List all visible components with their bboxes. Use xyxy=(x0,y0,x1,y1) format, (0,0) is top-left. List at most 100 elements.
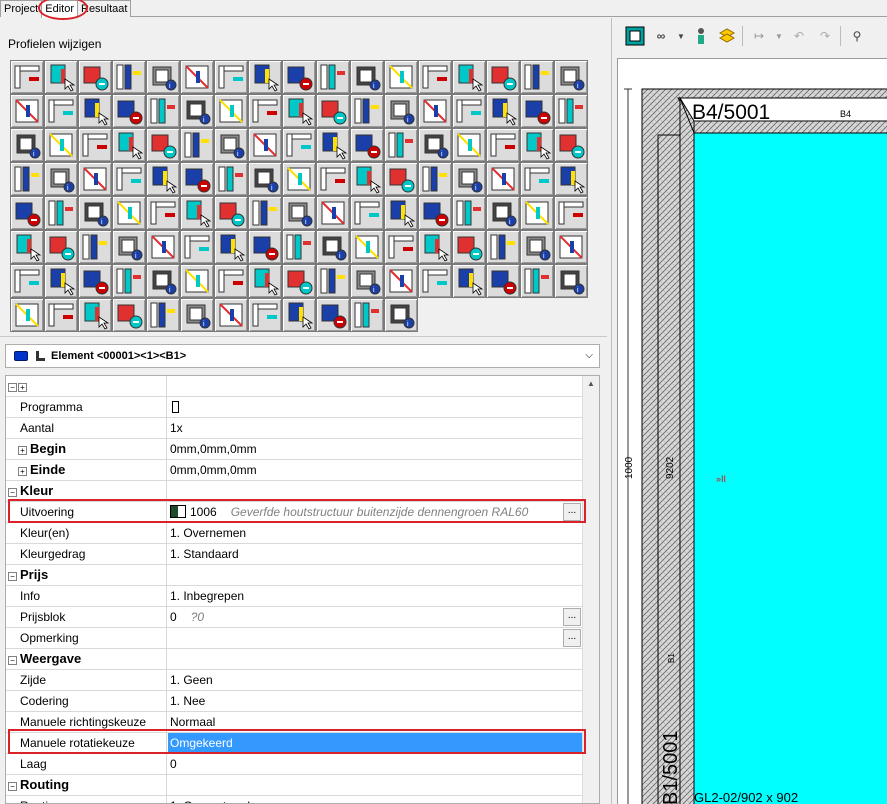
collapse-icon[interactable]: − xyxy=(8,572,17,581)
chevron-down-icon[interactable]: ⌵ xyxy=(585,350,593,361)
profile-tool-button-116[interactable] xyxy=(452,264,486,298)
property-row[interactable]: − Weergave xyxy=(6,649,582,670)
profile-tool-button-95[interactable]: i xyxy=(316,230,350,264)
collapse-icon[interactable]: − xyxy=(8,656,17,665)
property-value[interactable] xyxy=(168,565,582,586)
property-value[interactable]: 0 ?0... xyxy=(168,607,582,628)
profile-tool-button-6[interactable] xyxy=(180,60,214,94)
property-row[interactable]: + Einde 0mm,0mm,0mm xyxy=(6,460,582,481)
profile-tool-button-53[interactable]: i xyxy=(44,162,78,196)
glass-pane[interactable] xyxy=(693,132,887,804)
profile-tool-button-87[interactable] xyxy=(44,230,78,264)
profile-tool-button-115[interactable] xyxy=(418,264,452,298)
profile-tool-button-94[interactable] xyxy=(282,230,316,264)
profile-tool-button-54[interactable] xyxy=(78,162,112,196)
profile-tool-button-75[interactable] xyxy=(214,196,248,230)
ellipsis-button[interactable]: ... xyxy=(563,629,581,647)
property-value[interactable]: 0mm,0mm,0mm xyxy=(168,439,582,460)
profile-tool-button-129[interactable] xyxy=(316,298,350,332)
profile-tool-button-2[interactable] xyxy=(44,60,78,94)
profile-tool-button-24[interactable] xyxy=(214,94,248,128)
profile-tool-button-74[interactable] xyxy=(180,196,214,230)
profile-tool-button-105[interactable] xyxy=(78,264,112,298)
profile-tool-button-31[interactable] xyxy=(452,94,486,128)
profile-tool-button-63[interactable] xyxy=(384,162,418,196)
collapse-icon[interactable]: − xyxy=(8,782,17,791)
profile-tool-button-98[interactable] xyxy=(418,230,452,264)
profile-tool-button-17[interactable]: i xyxy=(554,60,588,94)
profile-tool-button-117[interactable] xyxy=(486,264,520,298)
profile-tool-button-127[interactable] xyxy=(248,298,282,332)
profile-tool-button-30[interactable] xyxy=(418,94,452,128)
property-grid[interactable]: − + Programma Aantal 1x + Begin 0mm,0mm,0mm + Ei… xyxy=(5,375,600,804)
property-row[interactable]: Programma xyxy=(6,397,582,418)
property-value[interactable] xyxy=(168,481,582,502)
property-value[interactable]: 1. Nee xyxy=(168,691,582,712)
frame-view-icon[interactable] xyxy=(624,25,646,47)
profile-tool-button-62[interactable] xyxy=(350,162,384,196)
tab-editor[interactable]: Editor xyxy=(41,0,78,18)
profile-tool-button-8[interactable] xyxy=(248,60,282,94)
profile-tool-button-84[interactable] xyxy=(520,196,554,230)
profile-tool-button-59[interactable]: i xyxy=(248,162,282,196)
profile-tool-button-45[interactable] xyxy=(350,128,384,162)
profile-tool-button-120[interactable] xyxy=(10,298,44,332)
element-selector[interactable]: Element <00001><1><B1> ⌵ xyxy=(5,344,600,368)
profile-tool-button-46[interactable] xyxy=(384,128,418,162)
profile-tool-button-78[interactable] xyxy=(316,196,350,230)
profile-tool-button-92[interactable] xyxy=(214,230,248,264)
profile-tool-button-32[interactable] xyxy=(486,94,520,128)
profile-tool-button-124[interactable] xyxy=(146,298,180,332)
property-row[interactable]: Prijsblok 0 ?0... xyxy=(6,607,582,628)
profile-tool-button-108[interactable] xyxy=(180,264,214,298)
property-value[interactable]: 1. Overnemen xyxy=(168,523,582,544)
profile-tool-button-71[interactable]: i xyxy=(78,196,112,230)
ellipsis-button[interactable]: ... xyxy=(563,608,581,626)
profile-tool-button-126[interactable] xyxy=(214,298,248,332)
profile-tool-button-41[interactable]: i xyxy=(214,128,248,162)
profile-tool-button-73[interactable] xyxy=(146,196,180,230)
dimension-icon[interactable]: ↦ xyxy=(748,25,770,47)
profile-tool-button-76[interactable] xyxy=(248,196,282,230)
profile-tool-button-114[interactable] xyxy=(384,264,418,298)
ellipsis-button[interactable]: ... xyxy=(563,503,581,521)
property-value[interactable]: 0mm,0mm,0mm xyxy=(168,460,582,481)
profile-tool-button-47[interactable]: i xyxy=(418,128,452,162)
profile-tool-button-13[interactable] xyxy=(418,60,452,94)
profile-tool-button-56[interactable] xyxy=(146,162,180,196)
profile-tool-button-48[interactable] xyxy=(452,128,486,162)
profile-tool-button-90[interactable] xyxy=(146,230,180,264)
profile-tool-button-128[interactable] xyxy=(282,298,316,332)
profile-tool-button-49[interactable] xyxy=(486,128,520,162)
profile-tool-button-123[interactable] xyxy=(112,298,146,332)
property-value[interactable]: 1. Inbegrepen xyxy=(168,586,582,607)
profile-tool-button-82[interactable] xyxy=(452,196,486,230)
programma-checkbox[interactable] xyxy=(172,401,179,413)
profile-tool-button-99[interactable] xyxy=(452,230,486,264)
property-value[interactable]: 1. Geen xyxy=(168,670,582,691)
profile-tool-button-43[interactable] xyxy=(282,128,316,162)
profile-tool-button-23[interactable]: i xyxy=(180,94,214,128)
profile-tool-button-130[interactable] xyxy=(350,298,384,332)
profile-tool-button-57[interactable] xyxy=(180,162,214,196)
profile-tool-button-80[interactable] xyxy=(384,196,418,230)
property-row[interactable]: Manuele rotatiekeuze Omgekeerd xyxy=(6,733,582,754)
profile-tool-button-25[interactable] xyxy=(248,94,282,128)
profile-tool-button-11[interactable]: i xyxy=(350,60,384,94)
profile-tool-button-27[interactable] xyxy=(316,94,350,128)
profile-tool-button-40[interactable] xyxy=(180,128,214,162)
property-row[interactable]: Kleur(en) 1. Overnemen xyxy=(6,523,582,544)
profile-tool-button-29[interactable]: i xyxy=(384,94,418,128)
property-row[interactable]: Zijde 1. Geen xyxy=(6,670,582,691)
profile-tool-button-61[interactable] xyxy=(316,162,350,196)
profile-tool-button-3[interactable] xyxy=(78,60,112,94)
profile-tool-button-5[interactable]: i xyxy=(146,60,180,94)
profile-tool-button-106[interactable] xyxy=(112,264,146,298)
window-drawing[interactable]: 1000 B4/5001 B4 9202 B1 B1/5001 »II GL2-… xyxy=(618,59,887,804)
profile-tool-button-67[interactable] xyxy=(520,162,554,196)
profile-tool-button-20[interactable] xyxy=(78,94,112,128)
zoom-window-icon[interactable]: ⚲ xyxy=(846,25,868,47)
profile-tool-button-85[interactable] xyxy=(554,196,588,230)
profile-tool-button-97[interactable] xyxy=(384,230,418,264)
profile-tool-button-37[interactable] xyxy=(78,128,112,162)
